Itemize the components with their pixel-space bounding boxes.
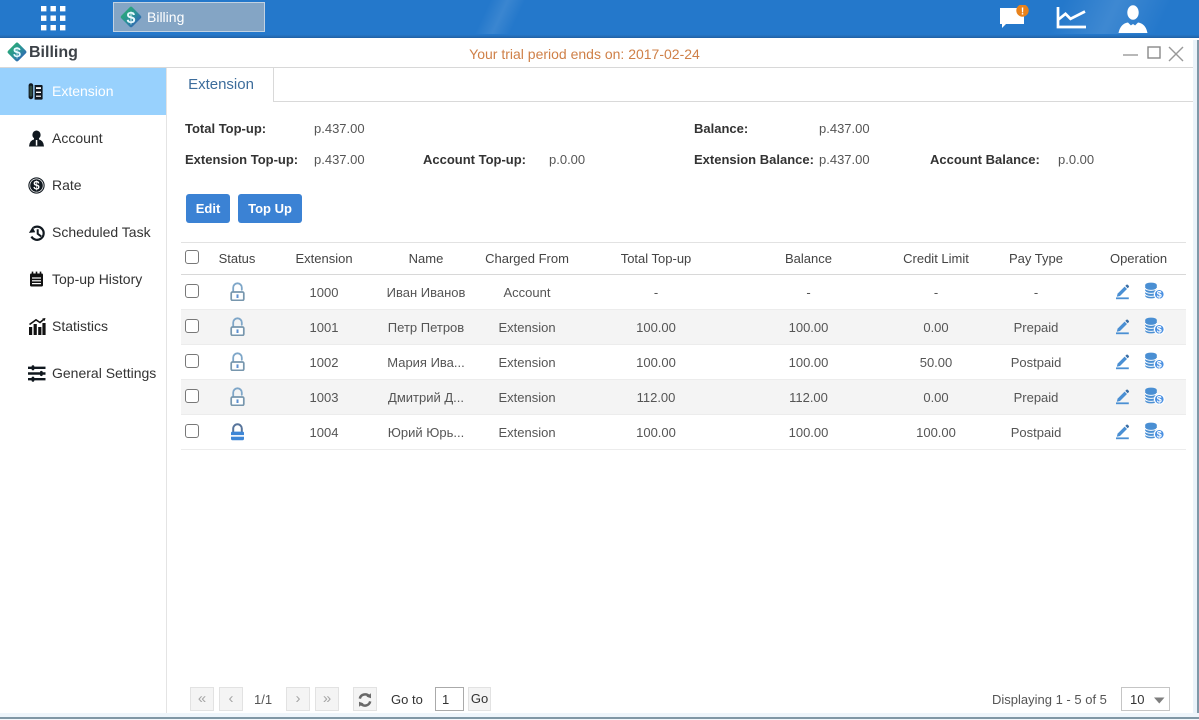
svg-text:$: $: [1156, 289, 1161, 299]
svg-text:$: $: [1156, 359, 1161, 369]
svg-text:$: $: [1156, 429, 1161, 439]
svg-text:$: $: [1156, 394, 1161, 404]
svg-text:!: !: [1021, 7, 1024, 18]
svg-text:$: $: [33, 181, 40, 193]
svg-text:$: $: [1156, 324, 1161, 334]
svg-text:$: $: [127, 10, 136, 27]
